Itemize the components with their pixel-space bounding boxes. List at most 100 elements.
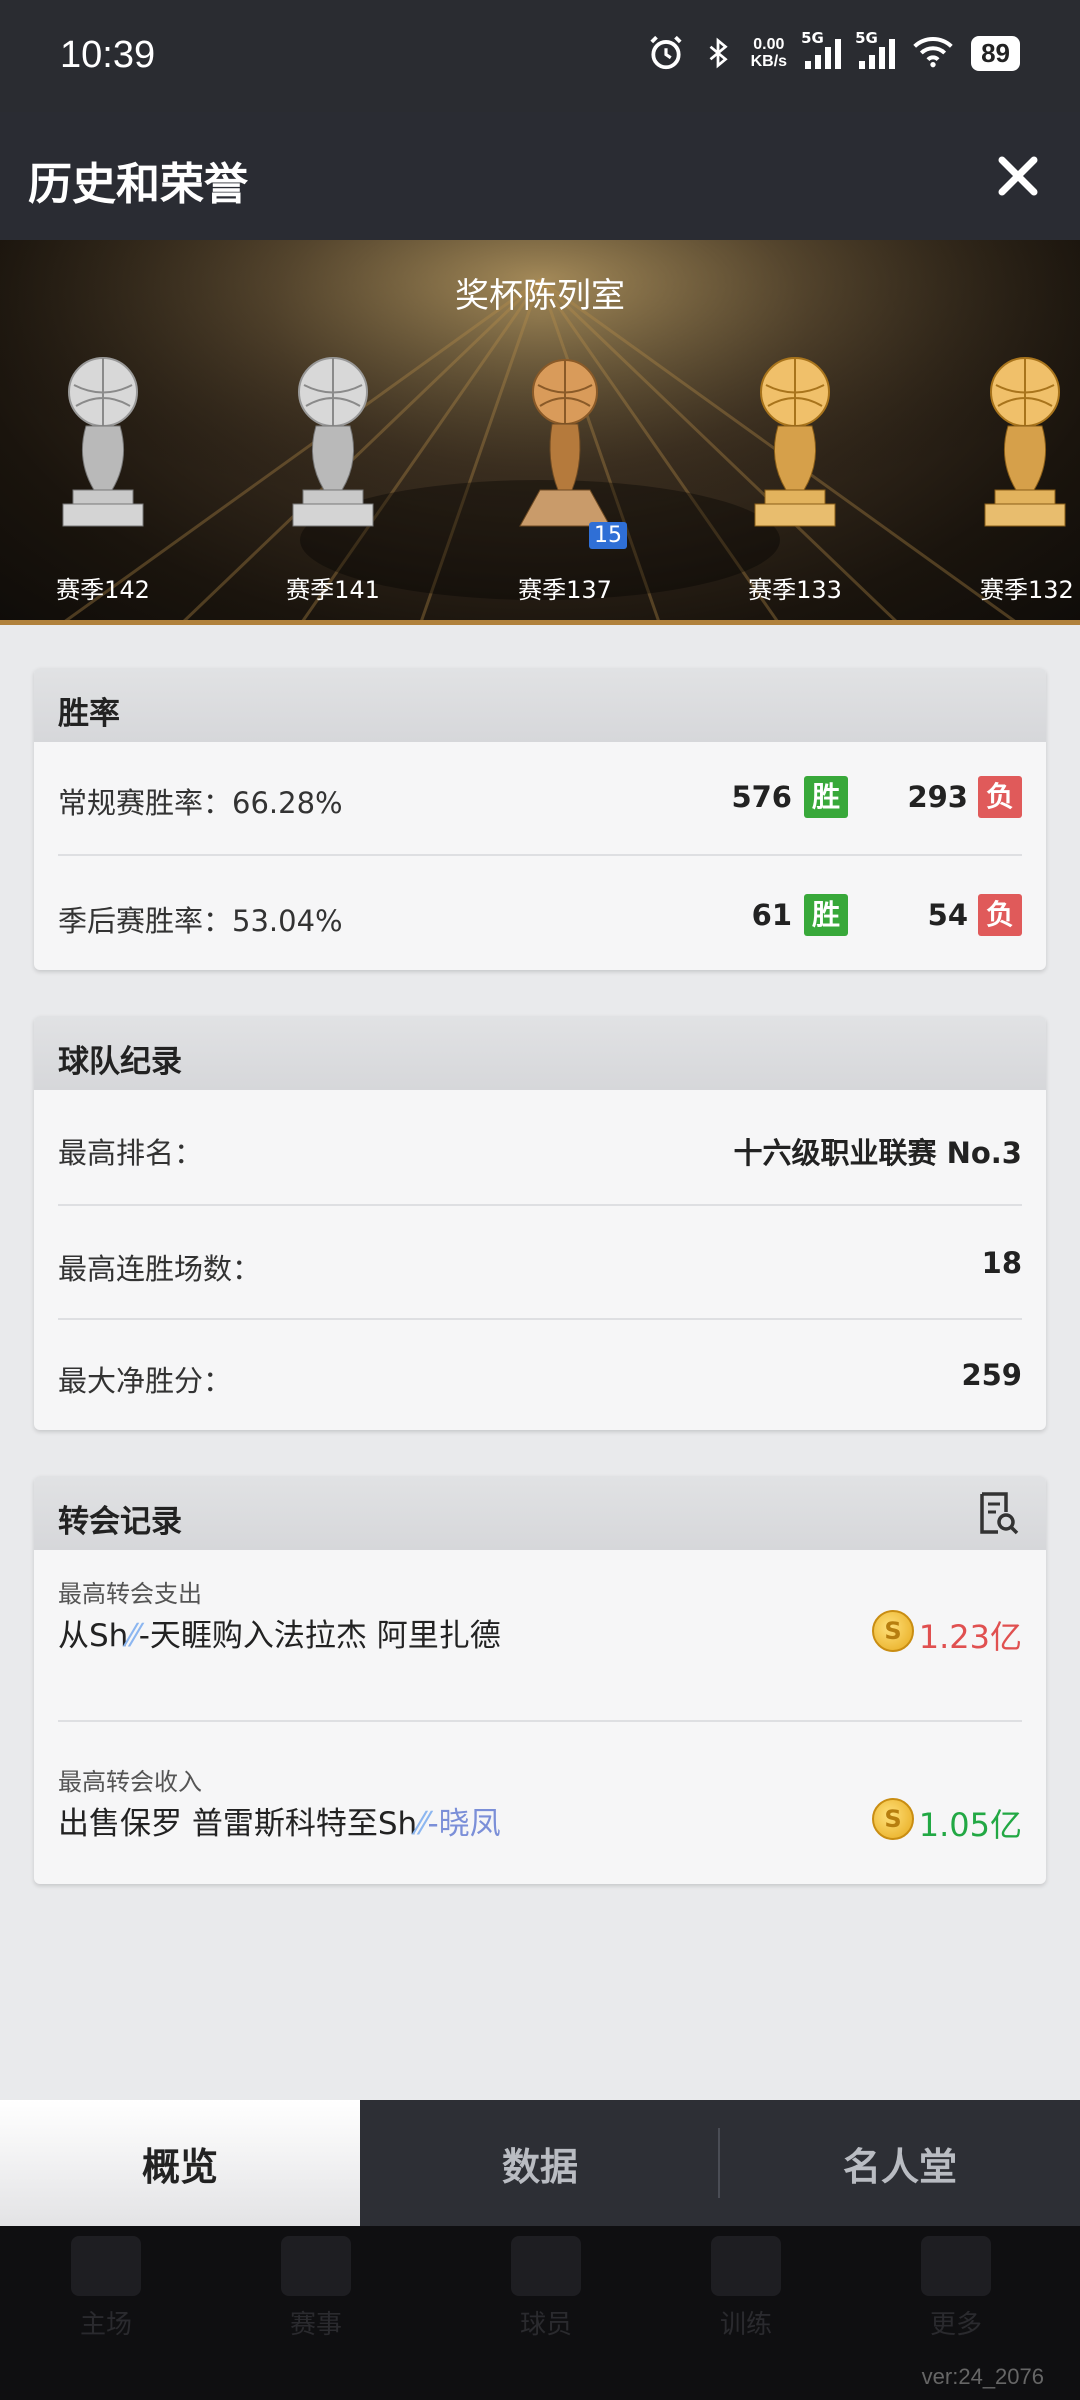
team-records-card: 球队纪录 最高排名： 十六级职业联赛 No.3 最高连胜场数： 18 最大净胜分… bbox=[34, 1016, 1046, 1430]
status-icons: 0.00 KB/s 5G 5G 89 bbox=[647, 29, 1020, 72]
trophy-count-badge: 15 bbox=[589, 522, 627, 549]
list-item: 最高转会收入 出售保罗 普雷斯科特至Sh⁄⁄-晓凤 S 1.05亿 bbox=[58, 1722, 1022, 1884]
trophy-label: 赛季141 bbox=[286, 576, 380, 604]
playoff-winrate: 季后赛胜率：53.04% bbox=[58, 904, 343, 938]
card-header: 球队纪录 bbox=[34, 1016, 1046, 1090]
tab-data[interactable]: 数据 bbox=[360, 2100, 720, 2226]
close-button[interactable] bbox=[986, 144, 1050, 208]
list-item: 最高转会支出 从Sh⁄⁄-天睚购入法拉杰 阿里扎德 S 1.23亿 bbox=[58, 1550, 1022, 1722]
card-header: 转会记录 bbox=[34, 1476, 1046, 1550]
network-speed: 0.00 KB/s bbox=[751, 36, 787, 70]
card-header: 胜率 bbox=[34, 668, 1046, 742]
list-item: 最高排名： 十六级职业联赛 No.3 bbox=[58, 1090, 1022, 1206]
transfer-text-b: -晓凤 bbox=[427, 1806, 501, 1842]
coin-icon: S bbox=[872, 1610, 914, 1652]
nav-item-more: 更多 bbox=[896, 2236, 1016, 2341]
card-title: 胜率 bbox=[58, 696, 120, 732]
transfer-caption: 最高转会收入 bbox=[58, 1768, 202, 1796]
trophy-gold-icon[interactable] bbox=[950, 340, 1080, 540]
list-item: 常规赛胜率：66.28% 576 胜 293 负 bbox=[58, 742, 1022, 856]
wins-count: 61 bbox=[751, 898, 792, 932]
close-icon bbox=[998, 156, 1038, 196]
winrate-card: 胜率 常规赛胜率：66.28% 576 胜 293 负 季后赛胜率：53.04%… bbox=[34, 668, 1046, 970]
card-title: 球队纪录 bbox=[58, 1044, 182, 1080]
signal-icon-sim1: 5G bbox=[801, 29, 842, 69]
comet-icon: ⁄⁄ bbox=[128, 1618, 139, 1654]
trophy-gold-icon[interactable] bbox=[720, 340, 870, 540]
loss-tag: 负 bbox=[978, 776, 1022, 818]
tab-bar: 概览 数据 名人堂 bbox=[0, 2100, 1080, 2226]
loss-tag: 负 bbox=[978, 894, 1022, 936]
trophy-room-title: 奖杯陈列室 bbox=[455, 276, 625, 316]
list-item: 最高连胜场数： 18 bbox=[58, 1206, 1022, 1320]
regular-season-winrate: 常规赛胜率：66.28% bbox=[58, 786, 343, 820]
coin-icon: S bbox=[872, 1798, 914, 1840]
record-label: 最高连胜场数： bbox=[58, 1252, 262, 1286]
trophy-label: 赛季132 bbox=[980, 576, 1074, 604]
nav-label: 主场 bbox=[79, 2310, 132, 2340]
net-speed-value: 0.00 bbox=[753, 36, 785, 53]
transfer-text-a: 出售保罗 普雷斯科特至Sh bbox=[58, 1806, 418, 1842]
trophy-room-banner[interactable]: 奖杯陈列室 赛季142 赛季141 15 赛季137 赛季133 赛季132 bbox=[0, 240, 1080, 625]
record-value: 259 bbox=[961, 1358, 1022, 1392]
tab-hall-of-fame[interactable]: 名人堂 bbox=[720, 2100, 1080, 2226]
card-title: 转会记录 bbox=[58, 1504, 182, 1540]
trophy-label: 赛季133 bbox=[748, 576, 842, 604]
battery-indicator: 89 bbox=[971, 35, 1020, 71]
nav-label: 球员 bbox=[519, 2310, 572, 2340]
match-icon bbox=[281, 2236, 351, 2296]
transfer-text-a: 从Sh bbox=[58, 1618, 129, 1654]
sim2-label: 5G bbox=[855, 29, 878, 47]
wifi-icon bbox=[913, 36, 953, 70]
sim1-label: 5G bbox=[801, 29, 824, 47]
nav-label: 赛事 bbox=[289, 2310, 342, 2340]
list-item: 季后赛胜率：53.04% 61 胜 54 负 bbox=[58, 856, 1022, 968]
players-icon bbox=[511, 2236, 581, 2296]
losses-count: 293 bbox=[907, 780, 968, 814]
transfer-text-b: -天睚购入法拉杰 阿里扎德 bbox=[138, 1618, 501, 1654]
status-time: 10:39 bbox=[60, 34, 156, 76]
record-label: 最大净胜分： bbox=[58, 1364, 233, 1398]
bottom-navigation: 主场 赛事 球员 训练 更多 ver:24_2076 bbox=[0, 2226, 1080, 2400]
transfer-amount: 1.23亿 bbox=[918, 1618, 1022, 1656]
version-label: ver:24_2076 bbox=[921, 2364, 1044, 2389]
page-header: 历史和荣誉 bbox=[0, 112, 1080, 240]
transfer-caption: 最高转会支出 bbox=[58, 1580, 202, 1608]
alarm-icon bbox=[647, 34, 685, 72]
nav-item-match: 赛事 bbox=[256, 2236, 376, 2341]
nav-item-home: 主场 bbox=[46, 2236, 166, 2341]
nav-item-players: 球员 bbox=[486, 2236, 606, 2341]
trophy-silver-icon[interactable] bbox=[28, 340, 178, 540]
status-bar: 10:39 0.00 KB/s 5G 5G 89 bbox=[0, 0, 1080, 112]
more-icon bbox=[921, 2236, 991, 2296]
nav-label: 训练 bbox=[719, 2310, 772, 2340]
trophy-silver-icon[interactable] bbox=[258, 340, 408, 540]
transfer-description[interactable]: 出售保罗 普雷斯科特至Sh⁄⁄-晓凤 bbox=[58, 1798, 501, 1843]
document-search-icon[interactable] bbox=[972, 1488, 1022, 1538]
training-icon bbox=[711, 2236, 781, 2296]
win-tag: 胜 bbox=[804, 776, 848, 818]
tab-overview[interactable]: 概览 bbox=[0, 2100, 360, 2226]
signal-icon-sim2: 5G bbox=[855, 29, 896, 69]
page-title: 历史和荣誉 bbox=[28, 159, 248, 210]
trophy-label: 赛季142 bbox=[56, 576, 150, 604]
record-value: 18 bbox=[981, 1246, 1022, 1280]
nav-item-training: 训练 bbox=[686, 2236, 806, 2341]
tab-label: 数据 bbox=[501, 2144, 578, 2189]
trophy-label: 赛季137 bbox=[518, 576, 612, 604]
transfer-records-card: 转会记录 最高转会支出 从Sh⁄⁄-天睚购入法拉杰 阿里扎德 S 1.23亿 最… bbox=[34, 1476, 1046, 1884]
nav-label: 更多 bbox=[929, 2310, 982, 2340]
win-tag: 胜 bbox=[804, 894, 848, 936]
transfer-description[interactable]: 从Sh⁄⁄-天睚购入法拉杰 阿里扎德 bbox=[58, 1610, 501, 1655]
home-icon bbox=[71, 2236, 141, 2296]
wins-count: 576 bbox=[731, 780, 792, 814]
net-speed-unit: KB/s bbox=[750, 53, 788, 70]
bluetooth-icon bbox=[703, 35, 733, 71]
record-value: 十六级职业联赛 No.3 bbox=[733, 1136, 1023, 1170]
comet-icon: ⁄⁄ bbox=[417, 1806, 428, 1842]
losses-count: 54 bbox=[927, 898, 968, 932]
transfer-amount: 1.05亿 bbox=[918, 1806, 1022, 1844]
trophy-bronze-icon[interactable] bbox=[490, 340, 640, 540]
list-item: 最大净胜分： 259 bbox=[58, 1320, 1022, 1430]
record-label: 最高排名： bbox=[58, 1136, 204, 1170]
